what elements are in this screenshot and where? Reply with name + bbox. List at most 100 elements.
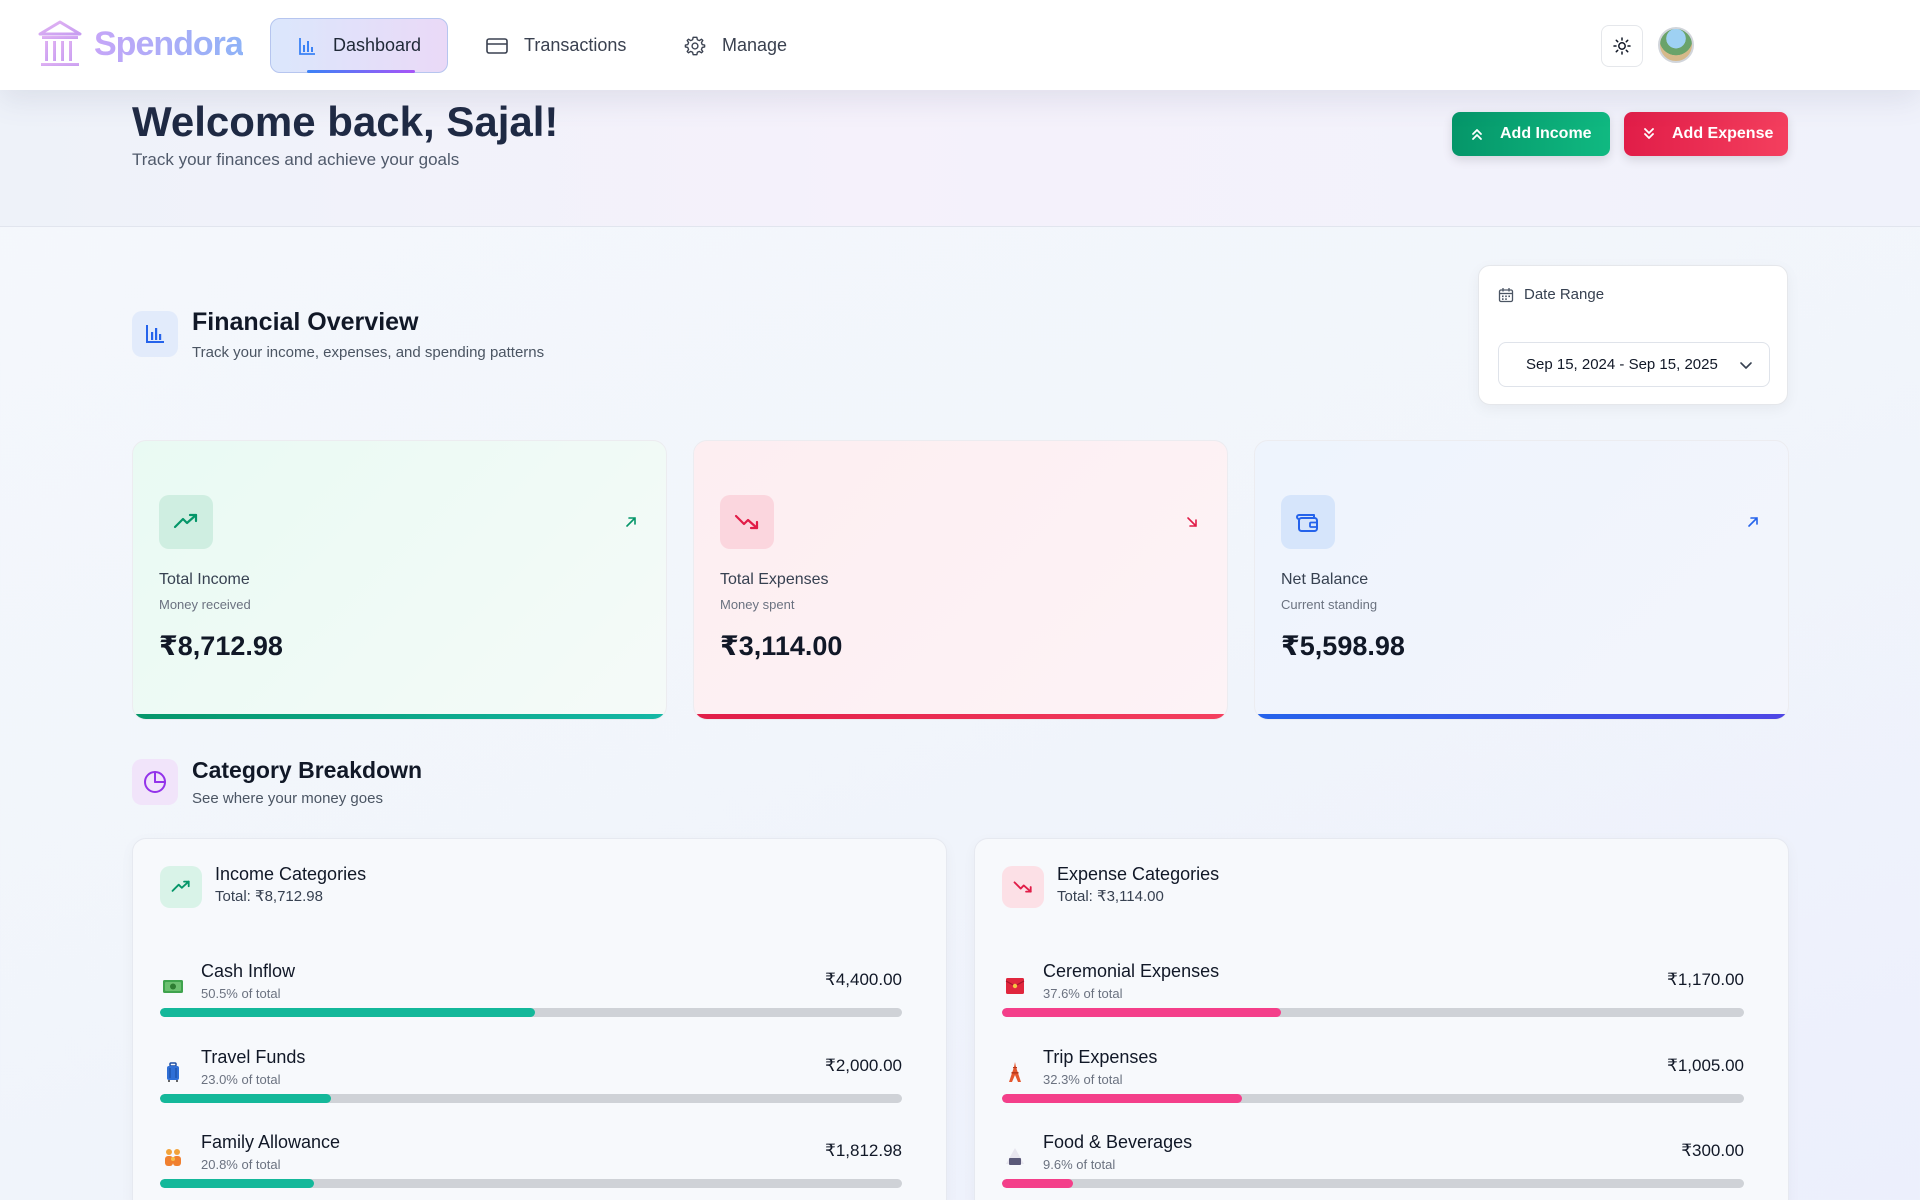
balance-value: ₹5,598.98 <box>1281 631 1405 661</box>
category-name: Trip Expenses <box>1043 1047 1158 1067</box>
category-name: Family Allowance <box>201 1132 341 1152</box>
category-amount: ₹1,005.00 <box>1667 1056 1744 1075</box>
expenses-sub: Money spent <box>720 597 795 612</box>
credit-card-icon <box>486 37 508 54</box>
category-amount: ₹1,170.00 <box>1667 970 1744 989</box>
nav-transactions-label: Transactions <box>524 35 627 55</box>
total-income-card: Total Income Money received ₹8,712.98 <box>132 440 667 720</box>
user-avatar[interactable] <box>1658 27 1694 63</box>
date-range-card: Date Range Sep 15, 2024 - Sep 15, 2025 <box>1478 265 1788 405</box>
bar-chart-icon <box>146 325 164 343</box>
nav-dashboard[interactable]: Dashboard <box>270 18 448 73</box>
overview-subtitle: Track your income, expenses, and spendin… <box>192 344 545 361</box>
income-accent-bar <box>133 714 666 719</box>
income-label: Total Income <box>159 571 250 588</box>
trending-up-icon <box>171 880 190 892</box>
category-progress-track <box>1002 1179 1744 1188</box>
category-progress-track <box>1002 1008 1744 1017</box>
arrow-up-right-icon <box>626 517 636 527</box>
overview-icon-box <box>132 311 178 357</box>
balance-icon-box <box>1281 495 1335 549</box>
double-chevron-up-icon <box>1472 129 1482 140</box>
tower-icon <box>1009 1062 1021 1082</box>
sun-icon <box>1613 37 1631 55</box>
dollar-banknote-icon <box>163 980 183 993</box>
app-logo[interactable]: Spendora <box>38 20 244 68</box>
welcome-header: Welcome back, Sajal! Track your finances… <box>0 90 1920 227</box>
expense-icon-box <box>720 495 774 549</box>
pie-chart-icon <box>144 771 166 793</box>
income-categories-panel: Income Categories Total: ₹8,712.98 Cash … <box>132 838 947 1200</box>
category-row[interactable]: Trip Expenses 32.3% of total ₹1,005.00 <box>1002 1047 1744 1117</box>
expense-categories-total: Total: ₹3,114.00 <box>1057 888 1164 905</box>
category-percent: 23.0% of total <box>201 1072 281 1087</box>
category-progress-fill <box>1002 1179 1074 1188</box>
welcome-title: Welcome back, Sajal! <box>132 98 559 145</box>
calendar-icon <box>1498 287 1514 302</box>
category-row[interactable]: Food & Beverages 9.6% of total ₹300.00 <box>1002 1132 1744 1200</box>
category-percent: 9.6% of total <box>1043 1157 1116 1172</box>
category-progress-fill <box>160 1094 331 1103</box>
category-percent: 32.3% of total <box>1043 1072 1123 1087</box>
add-expense-button[interactable]: Add Expense <box>1624 112 1788 156</box>
overview-title: Financial Overview <box>192 308 419 336</box>
welcome-subtitle: Track your finances and achieve your goa… <box>132 150 460 169</box>
balance-accent-bar <box>1255 714 1788 719</box>
category-progress-fill <box>1002 1094 1242 1103</box>
expenses-label: Total Expenses <box>720 571 829 588</box>
income-icon-box <box>159 495 213 549</box>
nav-dashboard-label: Dashboard <box>333 35 422 55</box>
expense-categories-panel: Expense Categories Total: ₹3,114.00 Cere… <box>974 838 1789 1200</box>
category-percent: 37.6% of total <box>1043 986 1123 1001</box>
category-progress-track <box>1002 1094 1744 1103</box>
trending-up-icon <box>173 513 198 529</box>
app-name: Spendora <box>94 24 244 63</box>
category-progress-track <box>160 1094 902 1103</box>
add-income-button[interactable]: Add Income <box>1452 112 1610 156</box>
breakdown-icon-box <box>132 759 178 805</box>
arrow-down-right-icon <box>1187 517 1197 527</box>
category-progress-fill <box>160 1179 315 1188</box>
breakdown-title: Category Breakdown <box>192 757 423 783</box>
category-name: Ceremonial Expenses <box>1043 961 1220 981</box>
category-row[interactable]: Travel Funds 23.0% of total ₹2,000.00 <box>160 1047 902 1117</box>
income-sub: Money received <box>159 597 251 612</box>
date-range-select[interactable]: Sep 15, 2024 - Sep 15, 2025 <box>1498 342 1770 387</box>
date-range-label-text: Date Range <box>1524 286 1605 303</box>
category-name: Travel Funds <box>201 1047 306 1067</box>
arrow-up-right-icon <box>1748 517 1758 527</box>
date-range-value: Sep 15, 2024 - Sep 15, 2025 <box>1526 356 1718 373</box>
add-expense-label: Add Expense <box>1672 125 1774 142</box>
category-row[interactable]: Ceremonial Expenses 37.6% of total ₹1,17… <box>1002 961 1744 1031</box>
category-amount: ₹1,812.98 <box>825 1141 902 1160</box>
suitcase-icon <box>167 1062 179 1082</box>
nav-transactions[interactable]: Transactions <box>484 18 626 73</box>
category-amount: ₹4,400.00 <box>825 970 902 989</box>
expense-accent-bar <box>694 714 1227 719</box>
nav-manage-label: Manage <box>722 35 788 55</box>
family-icon <box>165 1149 181 1166</box>
total-expenses-card: Total Expenses Money spent ₹3,114.00 <box>693 440 1228 720</box>
top-navbar: Spendora Dashboard Transactions Manage <box>0 0 1920 90</box>
expenses-value: ₹3,114.00 <box>720 631 843 661</box>
gear-icon <box>684 36 706 55</box>
chevron-down-icon <box>1740 362 1752 369</box>
net-balance-card: Net Balance Current standing ₹5,598.98 <box>1254 440 1789 720</box>
nav-manage[interactable]: Manage <box>684 18 787 73</box>
date-range-label: Date Range <box>1498 286 1604 303</box>
red-envelope-icon <box>1005 978 1025 994</box>
category-row[interactable]: Cash Inflow 50.5% of total ₹4,400.00 <box>160 961 902 1031</box>
category-progress-fill <box>1002 1008 1281 1017</box>
category-progress-track <box>160 1008 902 1017</box>
balance-sub: Current standing <box>1281 597 1378 612</box>
theme-toggle-button[interactable] <box>1601 25 1643 67</box>
category-name: Cash Inflow <box>201 961 296 981</box>
income-categories-icon-box <box>160 866 202 908</box>
active-indicator <box>307 70 415 73</box>
rice-ball-icon <box>1006 1148 1024 1165</box>
category-row[interactable]: Family Allowance 20.8% of total ₹1,812.9… <box>160 1132 902 1200</box>
category-progress-fill <box>160 1008 535 1017</box>
category-name: Food & Beverages <box>1043 1132 1193 1152</box>
income-value: ₹8,712.98 <box>159 631 283 661</box>
balance-label: Net Balance <box>1281 571 1369 588</box>
